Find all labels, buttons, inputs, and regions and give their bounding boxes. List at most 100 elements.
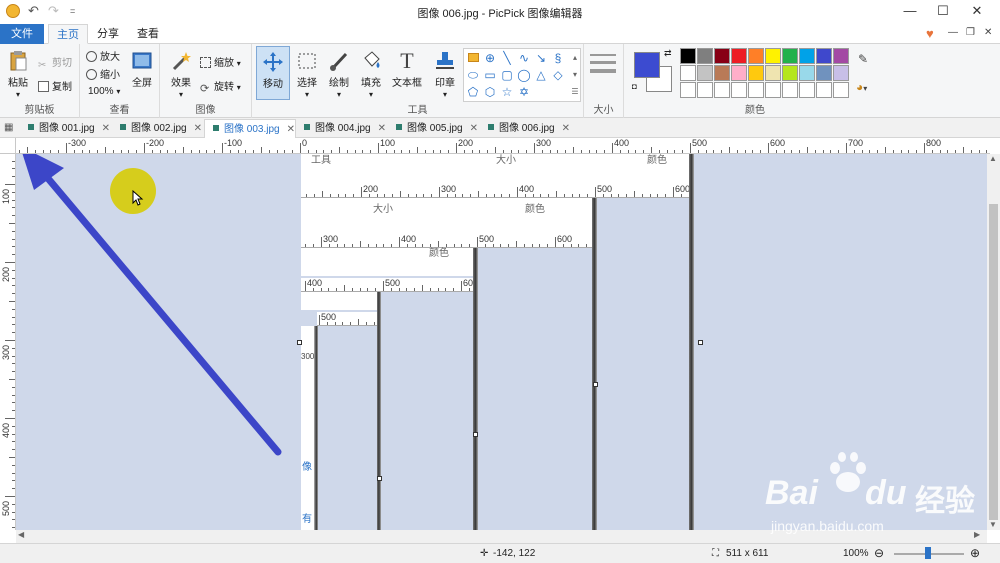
close-icon[interactable]: ✕ [962, 3, 992, 19]
doc-tab-005[interactable]: 图像 005.jpg ✕ [388, 119, 480, 138]
draw-tool-button[interactable]: 绘制 ▾ [324, 50, 354, 100]
heart-icon[interactable]: ♥ [926, 26, 934, 41]
squiggle-icon[interactable]: § [550, 50, 566, 66]
rectangle-shape-icon[interactable] [465, 50, 481, 66]
gallery-up-icon[interactable]: ▴ [567, 50, 583, 66]
color-swatch[interactable] [782, 65, 798, 81]
gallery-down-icon[interactable]: ▾ [567, 67, 583, 83]
color-swatch[interactable] [816, 65, 832, 81]
reset-colors-icon[interactable]: ◘ [632, 82, 637, 91]
tab-home[interactable]: 主页 [48, 24, 88, 44]
color-swatch[interactable] [731, 65, 747, 81]
color-swatch[interactable] [799, 65, 815, 81]
color-swatch[interactable] [799, 48, 815, 64]
color-swatch[interactable] [748, 65, 764, 81]
ribbon-minimize-icon[interactable]: — [948, 27, 958, 38]
doc-tab-004[interactable]: 图像 004.jpg ✕ [296, 119, 388, 138]
color-swatch[interactable] [714, 82, 730, 98]
star-icon[interactable]: ☆ [499, 84, 515, 100]
color-swatch[interactable] [731, 48, 747, 64]
minimize-icon[interactable]: — [895, 3, 925, 18]
color-swatch[interactable] [680, 48, 696, 64]
zoom-level-select[interactable]: 100% ▾ [88, 86, 120, 97]
color-swatch[interactable] [697, 48, 713, 64]
scroll-left-icon[interactable]: ◀ [18, 530, 24, 539]
rect-outline-icon[interactable]: ▭ [482, 67, 498, 83]
color-swatch[interactable] [816, 48, 832, 64]
color-swatch[interactable] [697, 82, 713, 98]
color-swatch[interactable] [748, 48, 764, 64]
scroll-up-icon[interactable]: ▲ [989, 154, 997, 163]
eyedropper-icon[interactable]: ✎ [858, 52, 868, 66]
doc-tab-001[interactable]: 图像 001.jpg ✕ [20, 119, 112, 138]
stamp-tool-button[interactable]: 印章 ▾ [430, 50, 460, 100]
ruler-label: 600 [675, 184, 691, 194]
color-swatch[interactable] [697, 65, 713, 81]
pentagon-icon[interactable]: ⬠ [465, 84, 481, 100]
star6-icon[interactable]: ✡ [516, 84, 532, 100]
color-swatch[interactable] [782, 48, 798, 64]
fullscreen-button[interactable]: 全屏 [128, 50, 156, 89]
tab-share[interactable]: 分享 [90, 24, 126, 44]
rounded-rect-icon[interactable]: ▢ [499, 67, 515, 83]
color-swatch[interactable] [765, 48, 781, 64]
tab-file[interactable]: 文件 [0, 24, 44, 44]
color-swatch[interactable] [799, 82, 815, 98]
ribbon-restore-icon[interactable]: ❐ [966, 27, 975, 38]
doc-tab-002[interactable]: 图像 002.jpg ✕ [112, 119, 204, 138]
zoom-in-status-icon[interactable]: ⊕ [970, 546, 980, 560]
color-swatch[interactable] [680, 82, 696, 98]
color-swatch[interactable] [748, 82, 764, 98]
resize-handle[interactable] [473, 432, 478, 437]
line-icon[interactable]: ╲ [499, 50, 515, 66]
paste-button[interactable]: 粘贴 ▾ [4, 50, 32, 100]
ribbon-close-icon[interactable]: ✕ [984, 27, 992, 38]
color-swatch[interactable] [680, 65, 696, 81]
fill-tool-button[interactable]: 填充 ▾ [356, 50, 386, 100]
triangle-icon[interactable]: △ [533, 67, 549, 83]
color-swatch[interactable] [714, 65, 730, 81]
hexagon-icon[interactable]: ⬡ [482, 84, 498, 100]
color-swatch[interactable] [731, 82, 747, 98]
resize-handle[interactable] [593, 382, 598, 387]
color-picker-icon[interactable]: ◕▾ [856, 80, 867, 94]
resize-handle[interactable] [698, 340, 703, 345]
color-swatch[interactable] [816, 82, 832, 98]
color-swatch[interactable] [782, 82, 798, 98]
magic-wand-icon [172, 52, 191, 71]
diamond-icon[interactable]: ◇ [550, 67, 566, 83]
color-swatch[interactable] [833, 82, 849, 98]
maximize-icon[interactable]: ☐ [928, 3, 958, 19]
color-swatch[interactable] [714, 48, 730, 64]
line-width-icon[interactable] [590, 54, 616, 73]
move-tool-button[interactable]: 移动 [256, 46, 290, 100]
speech-bubble-icon[interactable]: ◯ [516, 67, 532, 83]
rotate-button[interactable]: ⟳ 旋转 ▾ [200, 78, 241, 95]
tab-overview-icon[interactable]: ▦ [4, 122, 13, 133]
tab-view[interactable]: 查看 [130, 24, 166, 44]
resize-handle[interactable] [377, 476, 382, 481]
effects-button[interactable]: 效果 ▾ [166, 50, 196, 100]
doc-tab-006[interactable]: 图像 006.jpg ✕ [480, 119, 572, 138]
zoom-slider-thumb[interactable] [925, 547, 931, 559]
color-swatch[interactable] [765, 65, 781, 81]
swap-colors-icon[interactable]: ⇄ [664, 48, 672, 59]
cut-button[interactable]: ✂ 剪切 [38, 54, 72, 71]
zoom-out-button[interactable]: 缩小 [86, 66, 120, 81]
select-tool-button[interactable]: 选择 ▾ [292, 50, 322, 100]
copy-button[interactable]: 复制 [38, 78, 72, 93]
textbox-tool-button[interactable]: T 文本框 [390, 50, 424, 90]
curve-icon[interactable]: ∿ [516, 50, 532, 66]
resize-button[interactable]: 缩放 ▾ [200, 54, 241, 69]
doc-tab-003[interactable]: 图像 003.jpg ✕ [204, 119, 296, 138]
color-swatch[interactable] [833, 65, 849, 81]
color-swatch[interactable] [833, 48, 849, 64]
image-frame[interactable]: 工具 大小 颜色 200 300 400 500 600 大小 颜色 300 400 500… [297, 154, 703, 530]
color-swatch[interactable] [765, 82, 781, 98]
zoom-in-button[interactable]: 放大 [86, 48, 120, 63]
arrow-line-icon[interactable]: ↘ [533, 50, 549, 66]
zoom-out-status-icon[interactable]: ⊖ [874, 546, 884, 560]
gallery-more-icon[interactable]: ☰ [567, 84, 583, 100]
ellipse-icon[interactable]: ⬭ [465, 67, 481, 83]
circle-plus-icon[interactable]: ⊕ [482, 50, 498, 66]
